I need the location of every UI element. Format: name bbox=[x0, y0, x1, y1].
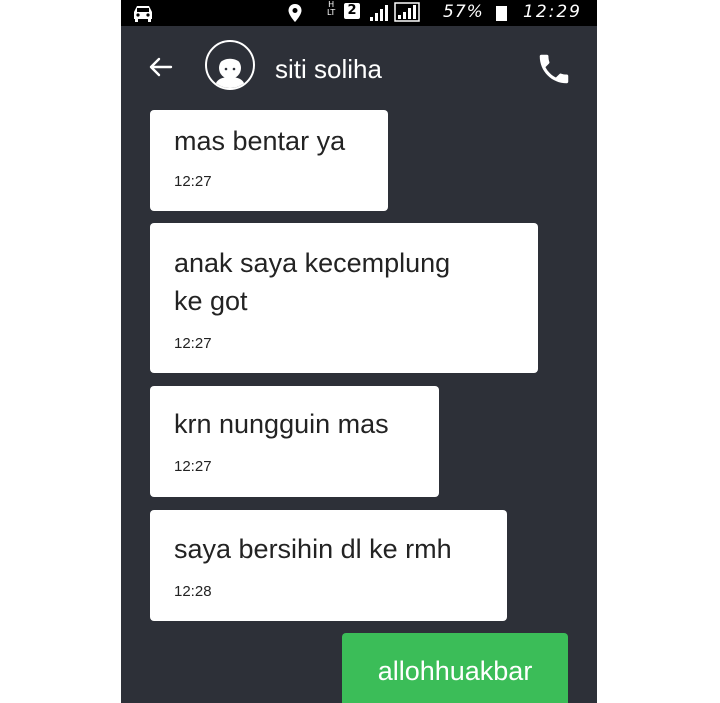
status-time: 12:29 bbox=[523, 2, 582, 22]
battery-icon bbox=[496, 6, 507, 21]
phone-screen: H LT 2 57% 12:29 siti soliha mas bentar … bbox=[121, 0, 597, 703]
message-bubble-outgoing[interactable]: allohhuakbar bbox=[342, 633, 568, 703]
message-time: 12:28 bbox=[174, 583, 212, 600]
message-text-line: anak saya kecemplung bbox=[174, 248, 451, 278]
message-text: saya bersihin dl ke rmh bbox=[174, 534, 452, 564]
location-pin-icon bbox=[287, 3, 303, 27]
network-type: H LT bbox=[327, 1, 335, 17]
signal-icon-secondary bbox=[394, 2, 420, 26]
signal-icon bbox=[369, 2, 393, 26]
battery-percent: 57% bbox=[443, 2, 484, 22]
message-text-line: ke got bbox=[174, 286, 248, 316]
message-time: 12:27 bbox=[174, 173, 212, 190]
phone-call-icon[interactable] bbox=[535, 50, 573, 93]
car-icon bbox=[131, 4, 155, 26]
message-time: 12:27 bbox=[174, 335, 212, 352]
message-bubble-incoming[interactable]: krn nungguin mas 12:27 bbox=[150, 386, 439, 497]
message-text: allohhuakbar bbox=[377, 656, 533, 686]
message-text: mas bentar ya bbox=[174, 126, 346, 156]
message-bubble-incoming[interactable]: mas bentar ya 12:27 bbox=[150, 110, 388, 211]
sim-slot-badge: 2 bbox=[344, 3, 360, 19]
network-sub-label: LT bbox=[327, 8, 336, 17]
message-time: 12:27 bbox=[174, 458, 212, 475]
avatar[interactable] bbox=[205, 40, 255, 90]
message-text: krn nungguin mas bbox=[174, 409, 389, 439]
message-bubble-incoming[interactable]: saya bersihin dl ke rmh 12:28 bbox=[150, 510, 507, 621]
back-arrow-icon[interactable] bbox=[147, 56, 173, 83]
status-bar: H LT 2 57% 12:29 bbox=[121, 0, 597, 26]
chat-header: siti soliha bbox=[121, 26, 597, 114]
message-bubble-incoming[interactable]: anak saya kecemplung ke got 12:27 bbox=[150, 223, 538, 373]
contact-name[interactable]: siti soliha bbox=[275, 54, 382, 85]
